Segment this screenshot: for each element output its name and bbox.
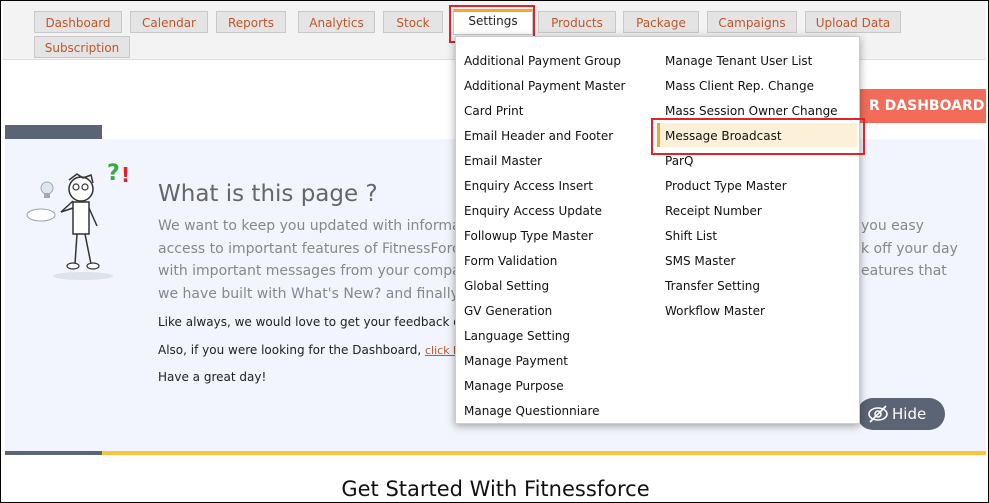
bottom-accent-bar-dark xyxy=(5,451,102,455)
app-window: Dashboard Calendar Reports Analytics Sto… xyxy=(0,0,989,503)
info-line-1-end: you easy xyxy=(861,218,924,234)
feedback-text: Like always, we would love to get your f… xyxy=(158,315,497,329)
menu-item-manage-purpose[interactable]: Manage Purpose xyxy=(464,379,564,393)
menu-item-shift-list[interactable]: Shift List xyxy=(665,229,717,243)
menu-item-enquiry-access-update[interactable]: Enquiry Access Update xyxy=(464,204,602,218)
menu-item-additional-payment-group[interactable]: Additional Payment Group xyxy=(464,54,621,68)
info-line-2: access to important features of FitnessF… xyxy=(158,241,496,257)
tab-analytics[interactable]: Analytics xyxy=(298,11,375,33)
info-line-2-end: k off your day xyxy=(861,241,958,257)
exclamation-red: ! xyxy=(121,163,130,187)
info-line-3-end: eatures that xyxy=(861,263,947,279)
tab-upload-data[interactable]: Upload Data xyxy=(805,11,901,33)
menu-item-manage-questionniare[interactable]: Manage Questionniare xyxy=(464,404,600,418)
bottom-accent-bar xyxy=(5,451,986,455)
hide-button[interactable]: Hide xyxy=(857,398,945,430)
hide-button-label: Hide xyxy=(892,405,927,423)
menu-item-manage-tenant-user-list[interactable]: Manage Tenant User List xyxy=(665,54,812,68)
menu-item-product-type-master[interactable]: Product Type Master xyxy=(665,179,787,193)
tab-subscription[interactable]: Subscription xyxy=(34,36,130,58)
cloud-icon xyxy=(26,208,56,222)
menu-item-mass-client-rep-change[interactable]: Mass Client Rep. Change xyxy=(665,79,814,93)
greeting-text: Have a great day! xyxy=(158,370,267,384)
tab-settings[interactable]: Settings xyxy=(453,9,533,35)
dashboard-text-label: Also, if you were looking for the Dashbo… xyxy=(158,343,422,357)
menu-item-form-validation[interactable]: Form Validation xyxy=(464,254,557,268)
menu-item-enquiry-access-insert[interactable]: Enquiry Access Insert xyxy=(464,179,593,193)
menu-item-transfer-setting[interactable]: Transfer Setting xyxy=(665,279,760,293)
menu-item-manage-payment[interactable]: Manage Payment xyxy=(464,354,568,368)
eye-slash-icon xyxy=(868,405,888,423)
menu-item-message-broadcast[interactable]: Message Broadcast xyxy=(665,129,782,143)
lightbulb-icon xyxy=(40,181,54,198)
menu-item-card-print[interactable]: Card Print xyxy=(464,104,524,118)
tab-package[interactable]: Package xyxy=(623,11,699,33)
menu-item-mass-session-owner-change[interactable]: Mass Session Owner Change xyxy=(665,104,838,118)
menu-item-receipt-number[interactable]: Receipt Number xyxy=(665,204,762,218)
tab-stock[interactable]: Stock xyxy=(383,11,443,33)
menu-item-email-master[interactable]: Email Master xyxy=(464,154,542,168)
menu-item-followup-type-master[interactable]: Followup Type Master xyxy=(464,229,593,243)
tab-calendar[interactable]: Calendar xyxy=(130,11,208,33)
menu-item-additional-payment-master[interactable]: Additional Payment Master xyxy=(464,79,625,93)
info-line-3: with important messages from your compan… xyxy=(158,263,504,279)
tab-dashboard[interactable]: Dashboard xyxy=(34,11,122,33)
menu-item-language-setting[interactable]: Language Setting xyxy=(464,329,570,343)
tab-reports[interactable]: Reports xyxy=(216,11,286,33)
menu-item-email-header-footer[interactable]: Email Header and Footer xyxy=(464,129,613,143)
tab-products[interactable]: Products xyxy=(538,11,616,33)
info-title: What is this page ? xyxy=(158,181,378,207)
menu-item-gv-generation[interactable]: GV Generation xyxy=(464,304,552,318)
info-line-1: We want to keep you updated with informa… xyxy=(158,218,507,234)
menu-item-parq[interactable]: ParQ xyxy=(665,154,693,168)
thinking-person-illustration: ? ! xyxy=(26,161,130,280)
menu-item-global-setting[interactable]: Global Setting xyxy=(464,279,549,293)
get-started-heading: Get Started With Fitnessforce xyxy=(341,477,650,501)
info-line-4: we have built with What's New? and final… xyxy=(158,286,499,302)
question-mark-green: ? xyxy=(107,161,120,186)
menu-item-workflow-master[interactable]: Workflow Master xyxy=(665,304,765,318)
dashboard-text: Also, if you were looking for the Dashbo… xyxy=(158,343,478,357)
tab-campaigns[interactable]: Campaigns xyxy=(707,11,797,33)
menu-item-sms-master[interactable]: SMS Master xyxy=(665,254,735,268)
